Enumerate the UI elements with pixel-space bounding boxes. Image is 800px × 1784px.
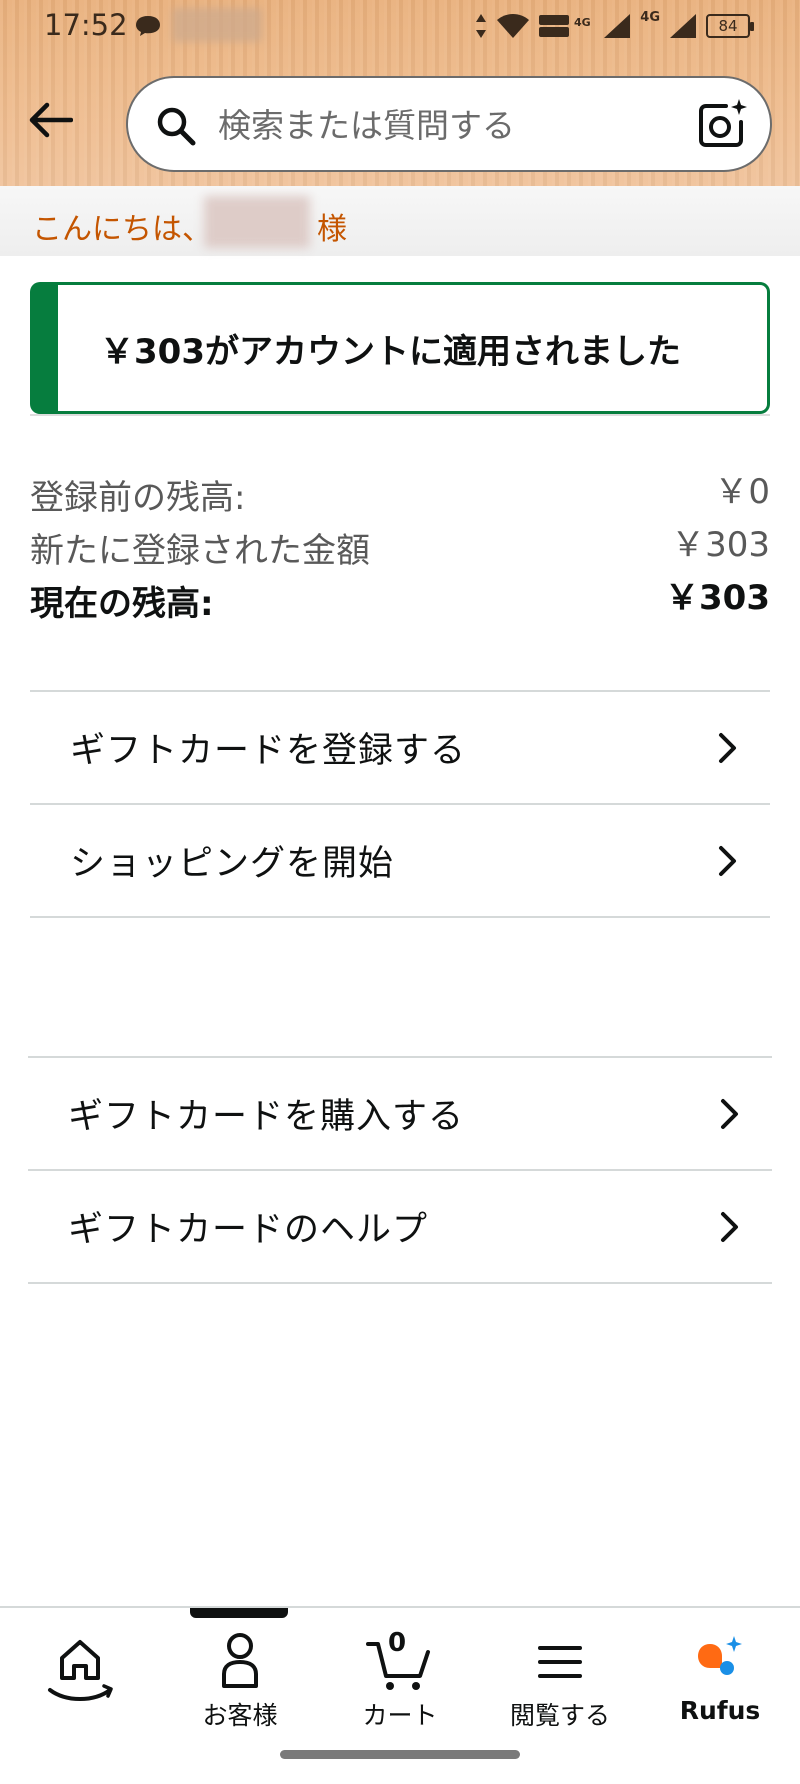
rufus-icon	[698, 1636, 742, 1675]
volte-icon: 4G	[539, 15, 591, 37]
chevron-right-icon	[719, 733, 736, 763]
back-button[interactable]	[22, 92, 78, 148]
balance-row-before: 登録前の残高: ￥0	[30, 470, 770, 519]
chevron-right-icon	[719, 846, 736, 876]
search-bar[interactable]	[126, 76, 772, 172]
balance-label: 現在の残高:	[30, 584, 214, 624]
redeem-gift-card-item[interactable]: ギフトカードを登録する	[30, 692, 770, 805]
svg-text:4G: 4G	[574, 16, 591, 29]
menu-item-label: ギフトカードを登録する	[70, 731, 467, 771]
greeting-bar: こんにちは、 様	[0, 186, 800, 256]
nav-active-indicator	[190, 1608, 288, 1618]
status-time: 17:52	[44, 8, 128, 42]
alert-divider	[30, 414, 770, 416]
menu-item-label: ギフトカードのヘルプ	[68, 1210, 429, 1250]
person-icon	[222, 1633, 258, 1688]
nav-rufus-label: Rufus	[679, 1696, 761, 1725]
nav-cart[interactable]: 0 カート	[330, 1628, 470, 1738]
status-icons: 4G 4G 84	[474, 10, 754, 42]
balance-value: ￥303	[671, 525, 770, 565]
success-alert: ￥303がアカウントに適用されました	[30, 282, 770, 414]
home-indicator-bar[interactable]	[280, 1750, 520, 1759]
header: 17:52 4G 4G 84	[0, 0, 800, 186]
balance-row-current: 現在の残高: ￥303	[30, 576, 770, 625]
nav-browse-label: 閲覧する	[509, 1701, 610, 1730]
menu-item-label: ギフトカードを購入する	[68, 1097, 465, 1137]
nav-account[interactable]: お客様	[170, 1628, 310, 1738]
start-shopping-item[interactable]: ショッピングを開始	[30, 805, 770, 918]
nav-browse[interactable]: 閲覧する	[490, 1628, 630, 1738]
balance-row-added: 新たに登録された金額 ￥303	[30, 523, 770, 572]
buy-gift-card-item[interactable]: ギフトカードを購入する	[28, 1058, 772, 1171]
wifi-icon	[497, 14, 530, 38]
username-blur	[204, 196, 310, 248]
balance-label: 新たに登録された金額	[30, 531, 370, 571]
menu-list-primary: ギフトカードを登録する ショッピングを開始	[30, 690, 770, 918]
menu-list-secondary: ギフトカードを購入する ギフトカードのヘルプ	[28, 1056, 772, 1284]
status-notification-blur	[172, 8, 262, 42]
signal-icon-2	[670, 14, 696, 38]
battery-icon: 84	[706, 14, 754, 38]
camera-lens-icon[interactable]	[696, 98, 748, 150]
chat-bubble-icon	[136, 16, 160, 36]
search-icon	[157, 107, 196, 146]
battery-level: 84	[718, 17, 738, 35]
network-label: 4G	[640, 10, 660, 25]
status-bar: 17:52 4G 4G 84	[0, 0, 800, 52]
menu-item-label: ショッピングを開始	[70, 844, 395, 884]
nav-cart-label: カート	[362, 1701, 438, 1730]
back-arrow-icon	[29, 102, 73, 138]
data-arrows-icon	[476, 14, 487, 38]
balance-value: ￥0	[714, 472, 770, 512]
balance-label: 登録前の残高:	[30, 478, 246, 518]
search-input[interactable]	[218, 96, 658, 154]
nav-rufus[interactable]: Rufus	[650, 1628, 790, 1738]
gift-card-help-item[interactable]: ギフトカードのヘルプ	[28, 1171, 772, 1284]
nav-home[interactable]	[10, 1630, 150, 1740]
menu-icon	[538, 1646, 582, 1678]
chevron-right-icon	[721, 1099, 738, 1129]
nav-account-label: お客様	[202, 1701, 278, 1730]
home-icon	[48, 1640, 113, 1701]
cart-count-badge: 0	[388, 1628, 407, 1658]
balance-value: ￥303	[665, 578, 770, 618]
chevron-right-icon	[721, 1212, 738, 1242]
alert-message: ￥303がアカウントに適用されました	[100, 331, 681, 372]
signal-icon	[604, 14, 631, 38]
